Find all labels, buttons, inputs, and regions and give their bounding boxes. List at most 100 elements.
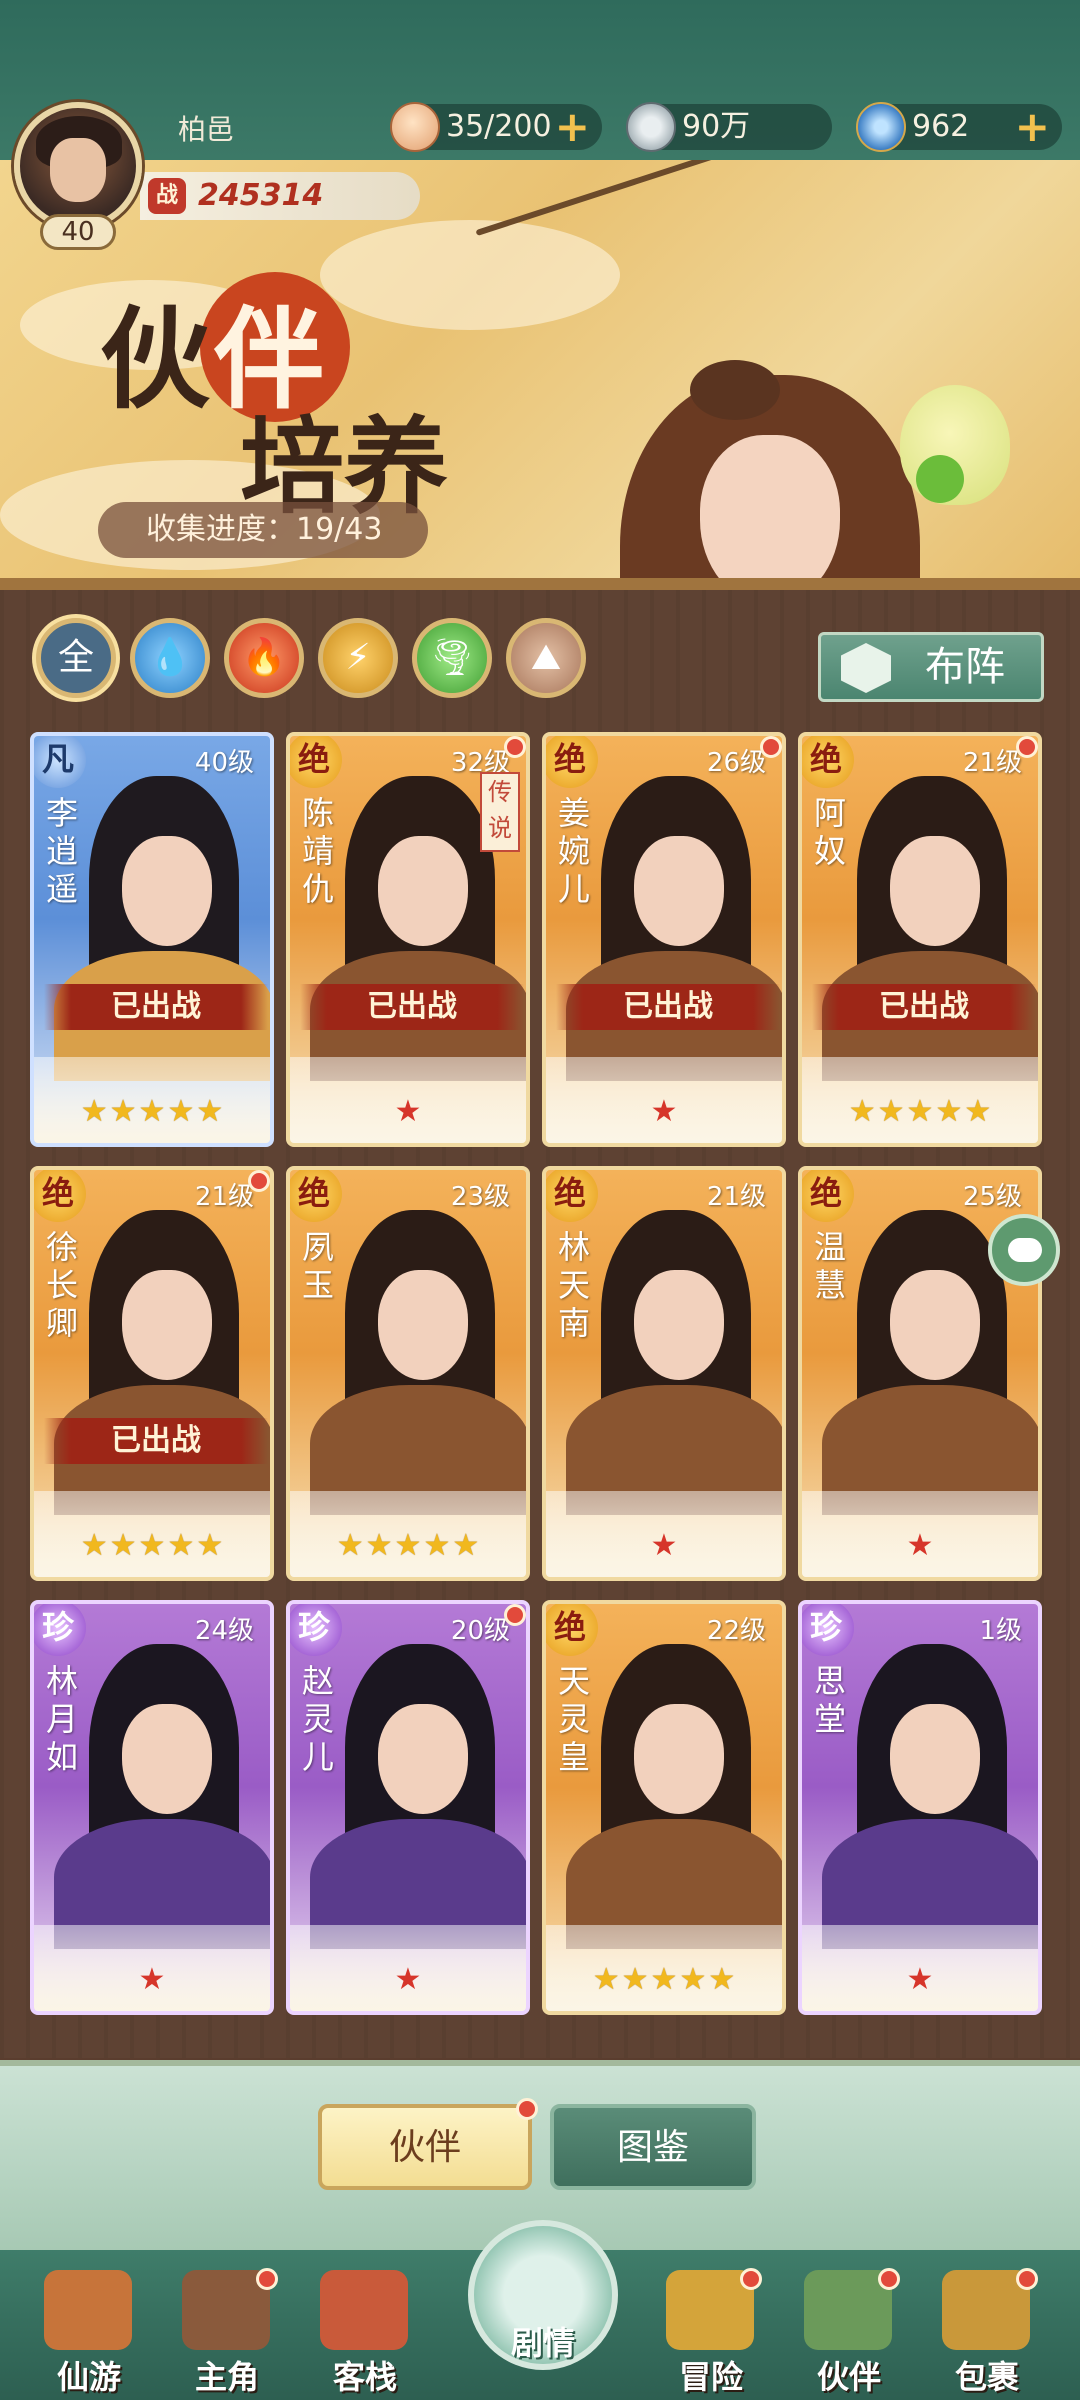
formation-button[interactable]: 布阵 <box>818 632 1044 702</box>
star-icon: ★ <box>906 1528 934 1563</box>
resource-value: 90万 <box>682 109 751 144</box>
nav-label: 冒险 <box>678 2358 743 2396</box>
partner-name: 李逍遥 <box>45 794 78 908</box>
player-level: 40 <box>40 214 116 250</box>
partner-name: 陈靖仇 <box>301 794 334 908</box>
rarity-badge: 绝 <box>802 736 854 788</box>
partner-name: 林天南 <box>557 1228 590 1342</box>
star-icon: ★ <box>109 1094 137 1129</box>
star-icon: ★ <box>138 1094 166 1129</box>
star-icon: ★ <box>964 1094 992 1129</box>
nav-huoban[interactable]: 伙伴 <box>790 2262 908 2398</box>
tab-atlas-label: 图鉴 <box>616 2127 689 2168</box>
add-bun-button[interactable]: + <box>555 104 590 150</box>
partner-card[interactable]: 凡 40级 李逍遥 已出战 ★★★★★ <box>30 732 274 1147</box>
nav-label: 剧情 <box>510 2324 575 2362</box>
filter-all-button[interactable]: 全 <box>36 618 116 698</box>
partner-level: 25级 <box>962 1182 1022 1212</box>
nav-xianyou[interactable]: 仙游 <box>30 2262 148 2398</box>
deployed-label: 已出战 <box>300 984 524 1030</box>
nav-kezhan[interactable]: 客栈 <box>306 2262 424 2398</box>
partner-name: 温慧 <box>813 1228 846 1304</box>
deployed-label: 已出战 <box>44 984 268 1030</box>
star-rating: ★★★★★ <box>802 1094 1038 1129</box>
filter-earth-icon[interactable]: ⛰ <box>506 618 586 698</box>
star-icon: ★ <box>650 1094 678 1129</box>
nav-label: 客栈 <box>332 2358 397 2396</box>
nav-zhujiao[interactable]: 主角 <box>168 2262 286 2398</box>
partner-card[interactable]: 绝 22级 天灵皇 ★★★★★ <box>542 1600 786 2015</box>
partner-name: 思堂 <box>813 1662 846 1738</box>
star-rating: ★ <box>546 1528 782 1563</box>
rarity-badge: 绝 <box>546 1170 598 1222</box>
partner-card[interactable]: 绝 21级 林天南 ★ <box>542 1166 786 1581</box>
resource-coin[interactable]: 90万 <box>626 102 832 152</box>
add-jade-button[interactable]: + <box>1015 104 1050 150</box>
filter-water-icon[interactable]: 💧 <box>130 618 210 698</box>
star-icon: ★ <box>848 1094 876 1129</box>
partner-card[interactable]: 珍 20级 赵灵儿 ★ <box>286 1600 530 2015</box>
resource-bun[interactable]: 35/200 + <box>390 102 602 152</box>
nav-label: 伙伴 <box>816 2358 881 2396</box>
nav-label: 主角 <box>194 2358 259 2396</box>
rarity-badge: 凡 <box>34 736 86 788</box>
rarity-badge: 珍 <box>802 1604 854 1656</box>
chat-icon[interactable] <box>988 1214 1060 1286</box>
filter-wind-icon[interactable]: 🌪 <box>412 618 492 698</box>
player-avatar[interactable] <box>14 102 142 230</box>
star-rating: ★ <box>290 1094 526 1129</box>
partner-level: 23级 <box>450 1182 510 1212</box>
rarity-badge: 绝 <box>802 1170 854 1222</box>
partner-banner: 伙 伴 培养 收集进度：19/43 <box>0 160 1080 585</box>
star-rating: ★★★★★ <box>290 1528 526 1563</box>
rarity-badge: 绝 <box>546 1604 598 1656</box>
partner-card[interactable]: 绝 23级 夙玉 ★★★★★ <box>286 1166 530 1581</box>
tab-atlas[interactable]: 图鉴 <box>550 2104 756 2190</box>
notification-dot <box>1016 736 1038 758</box>
legend-tag: 传说 <box>480 772 520 852</box>
star-rating: ★ <box>34 1962 270 1997</box>
star-icon: ★ <box>394 1528 422 1563</box>
partner-level: 20级 <box>450 1616 510 1646</box>
notification-dot <box>760 736 782 758</box>
partner-level: 26级 <box>706 748 766 778</box>
partner-level: 21级 <box>194 1182 254 1212</box>
filter-thunder-icon[interactable]: ⚡ <box>318 618 398 698</box>
star-icon: ★ <box>423 1528 451 1563</box>
star-icon: ★ <box>650 1528 678 1563</box>
partner-card[interactable]: 珍 24级 林月如 ★ <box>30 1600 274 2015</box>
filter-fire-icon[interactable]: 🔥 <box>224 618 304 698</box>
star-icon: ★ <box>394 1094 422 1129</box>
star-icon: ★ <box>196 1528 224 1563</box>
star-rating: ★★★★★ <box>34 1094 270 1129</box>
nav-juqing[interactable]: 剧情 <box>468 2220 618 2370</box>
partner-card[interactable]: 珍 1级 思堂 ★ <box>798 1600 1042 2015</box>
partner-card[interactable]: 绝 26级 姜婉儿 已出战 ★ <box>542 732 786 1147</box>
resource-value: 962 <box>912 109 970 144</box>
star-icon: ★ <box>452 1528 480 1563</box>
partner-name: 赵灵儿 <box>301 1662 334 1776</box>
resource-jade[interactable]: 962 + <box>856 102 1062 152</box>
deployed-label: 已出战 <box>812 984 1036 1030</box>
star-icon: ★ <box>592 1962 620 1997</box>
nav-maoxian[interactable]: 冒险 <box>652 2262 770 2398</box>
partner-card[interactable]: 绝 21级 徐长卿 已出战 ★★★★★ <box>30 1166 274 1581</box>
partner-name: 天灵皇 <box>557 1662 590 1776</box>
notification-dot <box>248 1170 270 1192</box>
nav-baoguo[interactable]: 包裹 <box>928 2262 1046 2398</box>
partner-level: 40级 <box>194 748 254 778</box>
deployed-label: 已出战 <box>556 984 780 1030</box>
partner-level: 1级 <box>979 1616 1022 1646</box>
star-icon: ★ <box>650 1962 678 1997</box>
partner-card[interactable]: 绝 21级 阿奴 已出战 ★★★★★ <box>798 732 1042 1147</box>
partner-level: 21级 <box>706 1182 766 1212</box>
partner-name: 阿奴 <box>813 794 846 870</box>
notification-dot <box>504 736 526 758</box>
resource-value: 35/200 <box>446 109 552 144</box>
star-icon: ★ <box>394 1962 422 1997</box>
tab-partner[interactable]: 伙伴 <box>318 2098 538 2190</box>
star-icon: ★ <box>935 1094 963 1129</box>
star-rating: ★★★★★ <box>546 1962 782 1997</box>
partner-card[interactable]: 绝 32级 陈靖仇 传说已出战 ★ <box>286 732 530 1147</box>
star-icon: ★ <box>167 1094 195 1129</box>
